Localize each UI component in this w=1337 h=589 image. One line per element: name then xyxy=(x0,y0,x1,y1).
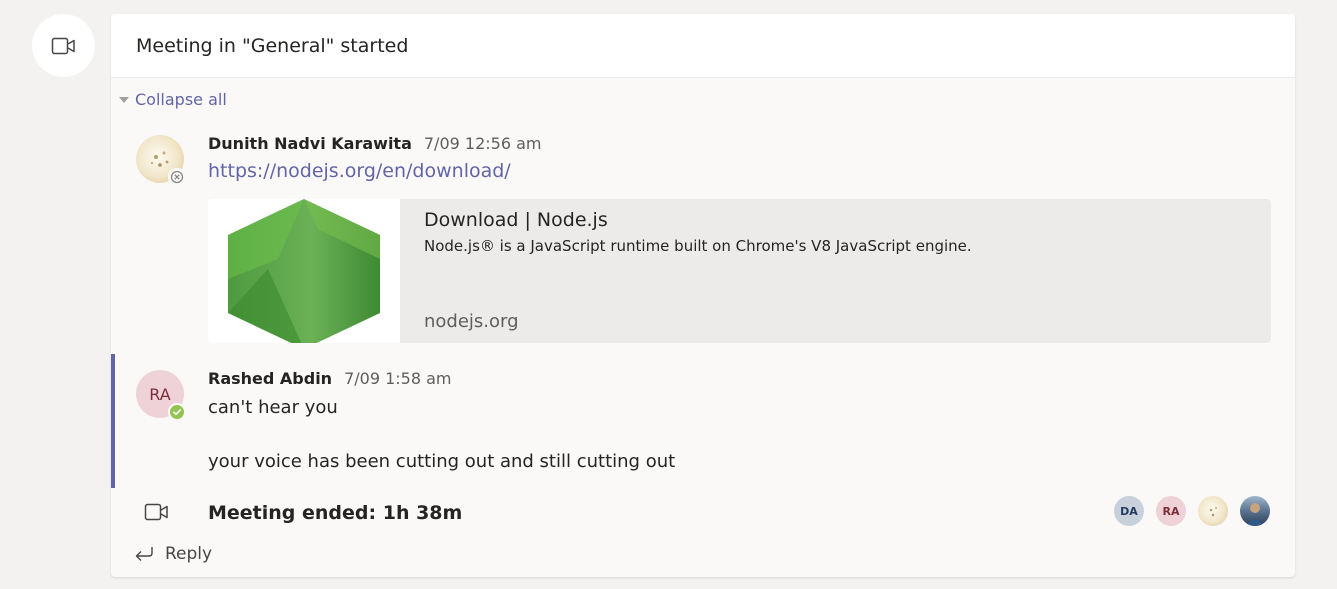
avatar-dunith[interactable] xyxy=(136,135,186,186)
avatar-image-icon xyxy=(1209,507,1217,517)
avatar-image-icon xyxy=(1246,503,1264,526)
collapse-all-button[interactable]: Collapse all xyxy=(119,90,227,109)
preview-site: nodejs.org xyxy=(424,311,519,332)
participant-avatar-photo-1[interactable] xyxy=(1198,496,1228,526)
avatar-initials: RA xyxy=(149,384,171,404)
message-header: Dunith Nadvi Karawita 7/09 12:56 am xyxy=(208,134,541,153)
reply-label: Reply xyxy=(165,544,213,564)
meeting-ended-summary: Meeting ended: 1h 38m xyxy=(208,502,463,524)
participant-initials: RA xyxy=(1162,504,1180,518)
preview-title: Download | Node.js xyxy=(424,209,608,231)
message-line: your voice has been cutting out and stil… xyxy=(208,451,676,472)
thread-header: Meeting in "General" started xyxy=(111,14,1295,78)
avatar-rashed[interactable]: RA xyxy=(136,370,186,421)
message-link[interactable]: https://nodejs.org/en/download/ xyxy=(208,160,511,182)
timestamp: 7/09 12:56 am xyxy=(423,134,542,153)
video-camera-icon xyxy=(51,37,75,54)
collapse-all-label: Collapse all xyxy=(135,90,227,109)
message-line: can't hear you xyxy=(208,397,338,418)
presence-available-icon xyxy=(168,403,186,421)
reply-arrow-icon xyxy=(135,547,153,561)
participant-avatar-ra[interactable]: RA xyxy=(1156,496,1186,526)
caret-down-icon xyxy=(119,96,129,103)
author-name[interactable]: Rashed Abdin xyxy=(208,369,332,388)
preview-thumbnail xyxy=(208,199,400,343)
participant-list: DA RA xyxy=(1114,496,1270,526)
unread-accent-bar xyxy=(111,354,115,488)
reply-button[interactable]: Reply xyxy=(133,544,212,564)
message-header: Rashed Abdin 7/09 1:58 am xyxy=(208,369,452,388)
thread-title: Meeting in "General" started xyxy=(136,34,409,57)
preview-description: Node.js® is a JavaScript runtime built o… xyxy=(424,237,972,255)
participant-avatar-da[interactable]: DA xyxy=(1114,496,1144,526)
participant-initials: DA xyxy=(1120,504,1138,518)
meeting-icon-badge xyxy=(32,14,95,77)
presence-offline-icon xyxy=(168,168,186,186)
author-name[interactable]: Dunith Nadvi Karawita xyxy=(208,134,412,153)
video-camera-icon xyxy=(144,503,168,521)
meeting-thread-card: Meeting in "General" started Collapse al… xyxy=(111,14,1295,577)
link-preview-card[interactable]: Download | Node.js Node.js® is a JavaScr… xyxy=(208,199,1271,343)
timestamp: 7/09 1:58 am xyxy=(344,369,452,388)
participant-avatar-photo-2[interactable] xyxy=(1240,496,1270,526)
nodejs-hexagon-icon xyxy=(228,199,380,343)
